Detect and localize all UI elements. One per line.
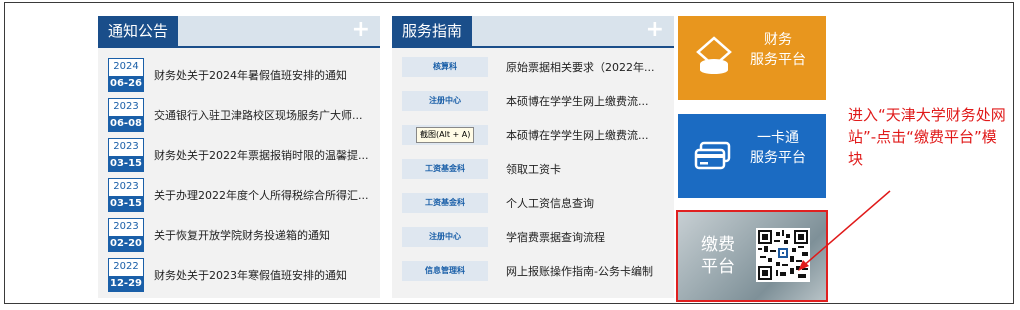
date-badge: 2022 12-29	[108, 258, 144, 292]
department-tag: 注册中心	[402, 227, 488, 247]
guide-title: 服务指南	[392, 16, 473, 46]
date-badge: 2023 03-15	[108, 138, 144, 172]
notices-panel: 通知公告 + 2024 06-26 财务处关于2024年暑假值班安排的通知 202…	[98, 16, 380, 298]
guide-link[interactable]: 网上报账操作指南-公务卡编制	[506, 263, 653, 279]
date-badge: 2023 06-08	[108, 98, 144, 132]
date-badge: 2024 06-26	[108, 58, 144, 92]
guide-item[interactable]: 注册中心 本硕博在学学生网上缴费流...	[402, 88, 664, 114]
notice-item[interactable]: 2023 03-15 财务处关于2022年票据报销时限的温馨提...	[108, 138, 368, 172]
notice-item[interactable]: 2023 02-20 关于恢复开放学院财务投递箱的通知	[108, 218, 368, 252]
department-tag: 工资基金科	[402, 193, 488, 213]
pointer-arrow-icon	[798, 190, 891, 271]
guide-link[interactable]: 本硕博在学学生网上缴费流...	[506, 93, 649, 109]
guide-panel: 服务指南 + 核算科 原始票据相关要求（2022年... 注册中心 本硕博在学学…	[392, 16, 674, 298]
guide-link[interactable]: 学宿费票据查询流程	[506, 229, 605, 245]
notice-item[interactable]: 2024 06-26 财务处关于2024年暑假值班安排的通知	[108, 58, 368, 92]
notice-item[interactable]: 2023 03-15 关于办理2022年度个人所得税综合所得汇...	[108, 178, 368, 212]
notice-link[interactable]: 财务处关于2023年寒假值班安排的通知	[154, 267, 347, 283]
notice-item[interactable]: 2023 06-08 交通银行入驻卫津路校区现场服务广大师...	[108, 98, 368, 132]
guide-link[interactable]: 本硕博在学学生网上缴费流...	[506, 127, 649, 143]
guide-item[interactable]: 核算科 原始票据相关要求（2022年...	[402, 54, 664, 80]
card-icon	[694, 140, 732, 176]
screenshot-tooltip: 截图(Alt + A)	[416, 127, 475, 143]
notice-link[interactable]: 关于恢复开放学院财务投递箱的通知	[154, 227, 330, 243]
date-badge: 2023 03-15	[108, 178, 144, 212]
guide-header: 服务指南 +	[392, 16, 674, 48]
notice-item[interactable]: 2022 12-29 财务处关于2023年寒假值班安排的通知	[108, 258, 368, 292]
guide-link[interactable]: 原始票据相关要求（2022年...	[506, 59, 654, 75]
guide-link[interactable]: 个人工资信息查询	[506, 195, 594, 211]
notice-link[interactable]: 财务处关于2024年暑假值班安排的通知	[154, 67, 347, 83]
guide-item[interactable]: 工资基金科 个人工资信息查询	[402, 190, 664, 216]
money-box-icon	[692, 34, 736, 82]
card-tile-label: 一卡通 服务平台	[750, 130, 806, 166]
finance-tile-label: 财务 服务平台	[750, 32, 806, 68]
instruction-annotation: 进入“天津大学财务处网站”-点击“缴费平台”模块	[848, 106, 1006, 168]
notice-link[interactable]: 财务处关于2022年票据报销时限的温馨提...	[154, 147, 368, 163]
notice-link[interactable]: 关于办理2022年度个人所得税综合所得汇...	[154, 187, 368, 203]
department-tag: 工资基金科	[402, 159, 488, 179]
guide-item[interactable]: 工资基金科 领取工资卡	[402, 156, 664, 182]
date-badge: 2023 02-20	[108, 218, 144, 252]
guide-more-plus-icon[interactable]: +	[646, 18, 664, 42]
department-tag: 核算科	[402, 57, 488, 77]
payment-tile-label: 缴费 平台	[701, 235, 735, 277]
guide-item[interactable]: 注册中心 截图(Alt + A) 本硕博在学学生网上缴费流...	[402, 122, 664, 148]
notices-header: 通知公告 +	[98, 16, 380, 48]
notices-title: 通知公告	[98, 16, 179, 46]
notices-more-plus-icon[interactable]: +	[352, 18, 370, 42]
department-tag: 信息管理科	[402, 261, 488, 281]
guide-link[interactable]: 领取工资卡	[506, 161, 561, 177]
guide-item[interactable]: 信息管理科 网上报账操作指南-公务卡编制	[402, 258, 664, 284]
guide-item[interactable]: 注册中心 学宿费票据查询流程	[402, 224, 664, 250]
department-tag: 注册中心	[402, 91, 488, 111]
finance-platform-tile[interactable]: 财务 服务平台	[678, 16, 826, 100]
notice-link[interactable]: 交通银行入驻卫津路校区现场服务广大师...	[154, 107, 363, 123]
